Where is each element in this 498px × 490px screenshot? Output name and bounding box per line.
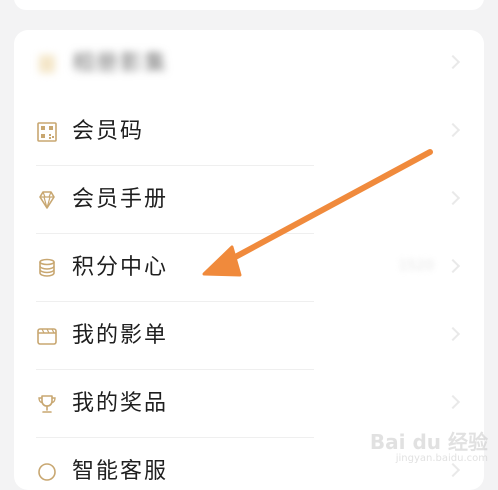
chevron-right-icon [445,54,461,70]
coin-stack-icon [36,257,58,279]
chevron-right-icon [445,462,461,478]
menu-card: 相册影集 会员码 会员手册 积分中心 1520 我的影单 我的奖品 智能客服 [14,30,484,490]
menu-item-label: 会员码 [72,119,145,144]
chevron-right-icon [445,190,461,206]
film-clapper-icon [36,325,58,347]
menu-item-label: 会员手册 [72,187,169,212]
diamond-icon [36,189,58,211]
menu-item-label: 我的影单 [72,323,169,348]
menu-item-member-code[interactable]: 会员码 [14,98,484,166]
qr-code-icon [36,121,58,143]
chevron-right-icon [445,394,461,410]
menu-item-label: 我的奖品 [72,391,169,416]
menu-item-points-center[interactable]: 积分中心 1520 [14,234,484,302]
watermark-brand: Bai du 经验 [369,430,488,454]
menu-item-member-handbook[interactable]: 会员手册 [14,166,484,234]
menu-item-label: 相册影集 [72,51,169,76]
service-icon [36,461,58,483]
menu-item-label: 智能客服 [72,459,169,484]
menu-item-album[interactable]: 相册影集 [14,30,484,98]
menu-item-label: 积分中心 [72,255,169,280]
baidu-jingyan-watermark: Bai du 经验 jingyan.baidu.com [370,431,488,465]
album-icon [36,53,58,75]
chevron-right-icon [445,122,461,138]
points-value: 1520 [398,258,434,274]
top-card [14,0,484,10]
chevron-right-icon [445,258,461,274]
menu-item-my-movie-list[interactable]: 我的影单 [14,302,484,370]
watermark-url: jingyan.baidu.com [395,453,488,464]
menu-item-my-prizes[interactable]: 我的奖品 [14,370,484,438]
trophy-icon [36,393,58,415]
chevron-right-icon [445,326,461,342]
